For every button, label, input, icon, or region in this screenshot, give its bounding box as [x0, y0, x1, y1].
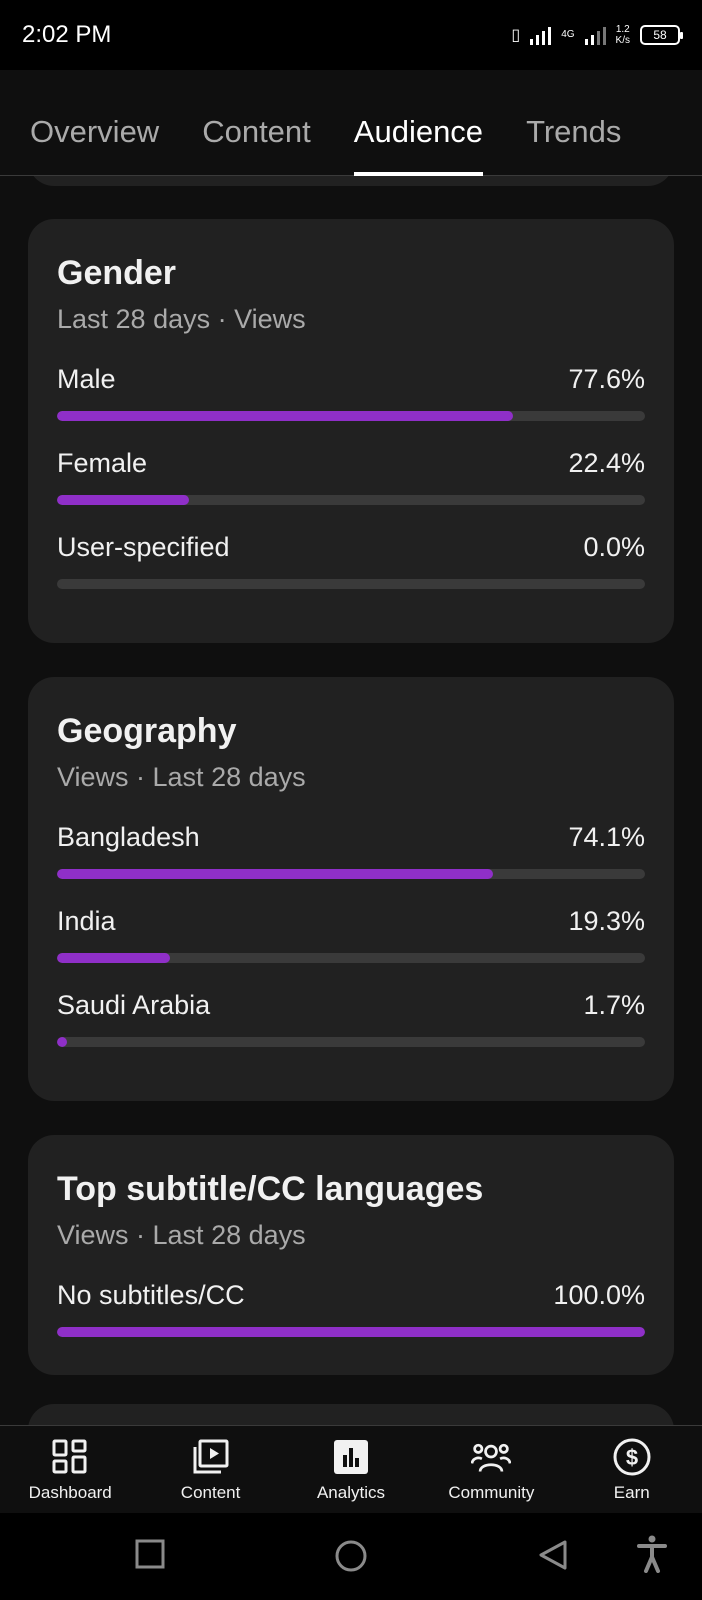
nav-label: Dashboard — [28, 1482, 112, 1502]
tab-content[interactable]: Content — [202, 70, 311, 176]
progress-fill — [57, 411, 514, 421]
nav-label: Analytics — [316, 1482, 385, 1502]
progress-track — [57, 411, 645, 421]
row-value: 77.6% — [568, 364, 645, 394]
progress-track — [57, 869, 645, 879]
card-title: Top subtitle/CC languages — [57, 1170, 484, 1208]
row-label: User-specified — [57, 532, 230, 562]
progress-track — [57, 953, 645, 963]
nav-label: Content — [180, 1482, 241, 1502]
battery-icon: 58 — [640, 25, 683, 45]
analytics-tabs: Overview Content Audience Trends — [0, 70, 702, 176]
vibrate-icon: ▯ — [511, 27, 521, 44]
nav-dashboard[interactable]: Dashboard — [0, 1437, 140, 1503]
square-icon — [135, 1539, 165, 1569]
card-subtitle: Last 28 days · Views — [57, 304, 306, 334]
earn-icon: $ — [612, 1437, 652, 1477]
bottom-nav: Dashboard Content Analytics Community $ … — [0, 1425, 702, 1513]
triangle-back-icon — [539, 1540, 567, 1570]
card-subtitle: Views · Last 28 days — [57, 762, 306, 792]
nav-label: Community — [448, 1482, 535, 1502]
row-label: Male — [57, 364, 116, 394]
status-bar: 2:02 PM ▯ 4G 1.2 K/s 58 — [0, 0, 702, 70]
progress-track — [57, 495, 645, 505]
system-nav-bar — [0, 1513, 702, 1600]
progress-fill — [57, 495, 189, 505]
recents-button[interactable] — [135, 1539, 165, 1574]
gender-row-male: Male 77.6% — [57, 361, 645, 421]
net-speed: 1.2 K/s — [616, 24, 630, 46]
row-value: 22.4% — [568, 448, 645, 478]
progress-track — [57, 1037, 645, 1047]
nav-label: Earn — [613, 1482, 650, 1502]
tab-overview[interactable]: Overview — [30, 70, 159, 176]
accessibility-icon — [637, 1535, 667, 1573]
geography-row-saudi-arabia: Saudi Arabia 1.7% — [57, 987, 645, 1047]
row-label: Bangladesh — [57, 822, 200, 852]
tab-audience[interactable]: Audience — [353, 70, 484, 176]
content-icon — [191, 1437, 231, 1477]
analytics-icon — [331, 1437, 371, 1477]
row-value: 1.7% — [583, 990, 645, 1020]
row-value: 19.3% — [568, 906, 645, 936]
nav-content[interactable]: Content — [141, 1437, 281, 1503]
nav-analytics[interactable]: Analytics — [281, 1437, 421, 1503]
nav-community[interactable]: Community — [421, 1437, 561, 1503]
row-label: Female — [57, 448, 148, 478]
next-card — [28, 1404, 674, 1425]
geography-card: Geography Views · Last 28 days Banglades… — [28, 677, 674, 1101]
progress-fill — [57, 1327, 645, 1337]
gender-row-female: Female 22.4% — [57, 445, 645, 505]
geography-row-india: India 19.3% — [57, 903, 645, 963]
signal-icon — [530, 25, 552, 45]
battery-level: 58 — [653, 28, 667, 42]
net-speed-unit: K/s — [615, 35, 630, 46]
scroll-content[interactable]: Gender Last 28 days · Views Male 77.6% F… — [0, 176, 702, 1425]
network-type: 4G — [561, 29, 575, 40]
row-label: No subtitles/CC — [57, 1280, 245, 1310]
gender-card: Gender Last 28 days · Views Male 77.6% F… — [28, 219, 674, 643]
net-speed-value: 1.2 — [615, 24, 630, 35]
dashboard-icon — [50, 1437, 90, 1477]
app-screen: 2:02 PM ▯ 4G 1.2 K/s 58 Overview Content… — [0, 0, 702, 1600]
progress-track — [57, 1327, 645, 1337]
home-button[interactable] — [334, 1539, 368, 1578]
progress-fill — [57, 1037, 67, 1047]
card-subtitle: Views · Last 28 days — [57, 1220, 306, 1250]
card-title: Geography — [57, 712, 237, 750]
tab-trends[interactable]: Trends — [526, 70, 621, 176]
accessibility-button[interactable] — [636, 1535, 668, 1578]
previous-card — [28, 176, 674, 186]
progress-fill — [57, 869, 493, 879]
status-time: 2:02 PM — [22, 21, 112, 48]
row-value: 74.1% — [568, 822, 645, 852]
signal-icon-2 — [584, 25, 606, 45]
nav-earn[interactable]: $ Earn — [562, 1437, 702, 1503]
row-value: 0.0% — [583, 532, 645, 562]
back-button[interactable] — [538, 1539, 568, 1576]
geography-row-bangladesh: Bangladesh 74.1% — [57, 819, 645, 879]
gender-row-user-specified: User-specified 0.0% — [57, 529, 645, 589]
progress-fill — [57, 953, 171, 963]
svg-text:$: $ — [626, 1445, 638, 1470]
community-icon — [471, 1437, 512, 1477]
card-title: Gender — [57, 254, 177, 292]
status-icons: ▯ 4G 1.2 K/s 58 — [511, 24, 683, 46]
row-label: India — [57, 906, 116, 936]
progress-track — [57, 579, 645, 589]
row-value: 100.0% — [553, 1280, 645, 1310]
subtitles-row-none: No subtitles/CC 100.0% — [57, 1277, 645, 1337]
circle-icon — [335, 1540, 367, 1572]
row-label: Saudi Arabia — [57, 990, 211, 1020]
subtitles-card: Top subtitle/CC languages Views · Last 2… — [28, 1135, 674, 1375]
